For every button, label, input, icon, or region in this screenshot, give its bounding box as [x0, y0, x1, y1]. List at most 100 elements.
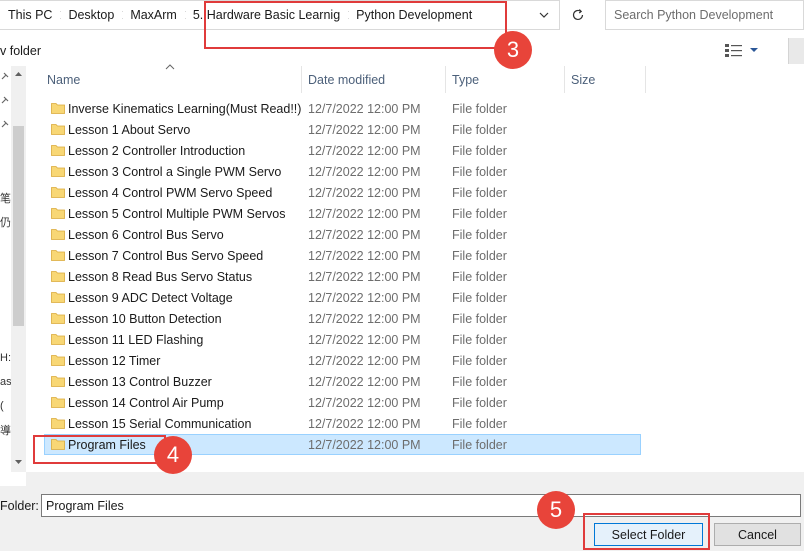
- file-date-modified: 12/7/2022 12:00 PM: [308, 270, 421, 284]
- annotation-step-3: 3: [494, 31, 532, 69]
- file-type: File folder: [452, 186, 507, 200]
- file-type: File folder: [452, 312, 507, 326]
- folder-icon: [51, 292, 65, 303]
- file-type: File folder: [452, 102, 507, 116]
- chevron-down-icon: [539, 12, 549, 18]
- file-row[interactable]: Lesson 12 Timer 12/7/2022 12:00 PM File fo…: [48, 350, 638, 371]
- annotation-highlight-address: [204, 1, 507, 49]
- file-row[interactable]: Lesson 8 Read Bus Servo Status 12/7/2022 …: [48, 266, 638, 287]
- file-row[interactable]: Lesson 2 Controller Introduction 12/7/202…: [48, 140, 638, 161]
- file-type: File folder: [452, 123, 507, 137]
- file-date-modified: 12/7/2022 12:00 PM: [308, 165, 421, 179]
- cancel-button[interactable]: Cancel: [714, 523, 801, 546]
- file-type: File folder: [452, 396, 507, 410]
- file-date-modified: 12/7/2022 12:00 PM: [308, 354, 421, 368]
- file-date-modified: 12/7/2022 12:00 PM: [308, 396, 421, 410]
- file-row[interactable]: Lesson 11 LED Flashing 12/7/2022 12:00 PM…: [48, 329, 638, 350]
- nav-item-fragment[interactable]: 仍: [0, 214, 11, 230]
- nav-scroll-thumb[interactable]: [13, 126, 24, 326]
- scroll-down-icon[interactable]: [14, 458, 23, 466]
- breadcrumb-desktop[interactable]: Desktop: [64, 8, 118, 22]
- navigation-pane[interactable]: 笔 仍 H: ase ( 導: [0, 66, 18, 466]
- refresh-icon: [572, 9, 584, 21]
- breadcrumb-this-pc[interactable]: This PC: [4, 8, 56, 22]
- file-type: File folder: [452, 375, 507, 389]
- file-name: Lesson 12 Timer: [68, 354, 161, 368]
- chevron-right-icon[interactable]: [56, 10, 64, 20]
- folder-icon: [51, 145, 65, 156]
- file-row[interactable]: Lesson 6 Control Bus Servo 12/7/2022 12:0…: [48, 224, 638, 245]
- folder-icon: [51, 124, 65, 135]
- column-header-size[interactable]: Size: [565, 66, 646, 93]
- file-row[interactable]: Lesson 4 Control PWM Servo Speed 12/7/202…: [48, 182, 638, 203]
- file-name: Lesson 10 Button Detection: [68, 312, 222, 326]
- file-row[interactable]: Lesson 5 Control Multiple PWM Servos 12/7…: [48, 203, 638, 224]
- new-folder-button[interactable]: v folder: [0, 44, 41, 58]
- file-name: Lesson 11 LED Flashing: [68, 333, 204, 347]
- file-name: Lesson 5 Control Multiple PWM Servos: [68, 207, 286, 221]
- details-view-icon[interactable]: [724, 42, 744, 58]
- file-type: File folder: [452, 228, 507, 242]
- nav-item-fragment[interactable]: (: [0, 400, 4, 412]
- file-row[interactable]: Lesson 14 Control Air Pump 12/7/2022 12:0…: [48, 392, 638, 413]
- folder-icon: [51, 187, 65, 198]
- nav-item-fragment[interactable]: 笔: [0, 190, 11, 206]
- file-name: Lesson 14 Control Air Pump: [68, 396, 224, 410]
- folder-icon: [51, 271, 65, 282]
- file-name: Lesson 15 Serial Communication: [68, 417, 252, 431]
- file-name: Lesson 1 About Servo: [68, 123, 191, 137]
- pin-icon: [1, 120, 9, 128]
- folder-icon: [51, 229, 65, 240]
- file-date-modified: 12/7/2022 12:00 PM: [308, 375, 421, 389]
- pin-icon: [1, 96, 9, 104]
- file-type: File folder: [452, 291, 507, 305]
- file-row[interactable]: Inverse Kinematics Learning(Must Read!!)…: [48, 98, 638, 119]
- file-date-modified: 12/7/2022 12:00 PM: [308, 417, 421, 431]
- address-dropdown-button[interactable]: [530, 1, 558, 29]
- file-row[interactable]: Lesson 15 Serial Communication 12/7/2022 …: [48, 413, 638, 434]
- file-date-modified: 12/7/2022 12:00 PM: [308, 333, 421, 347]
- file-row[interactable]: Lesson 10 Button Detection 12/7/2022 12:0…: [48, 308, 638, 329]
- nav-item-fragment[interactable]: 導: [0, 422, 11, 438]
- refresh-button[interactable]: [565, 2, 591, 28]
- file-date-modified: 12/7/2022 12:00 PM: [308, 312, 421, 326]
- folder-icon: [51, 334, 65, 345]
- file-date-modified: 12/7/2022 12:00 PM: [308, 228, 421, 242]
- file-date-modified: 12/7/2022 12:00 PM: [308, 438, 421, 452]
- file-date-modified: 12/7/2022 12:00 PM: [308, 291, 421, 305]
- file-row[interactable]: Lesson 1 About Servo 12/7/2022 12:00 PM Fi…: [48, 119, 638, 140]
- nav-scrollbar[interactable]: [11, 66, 26, 472]
- view-options-dropdown-icon[interactable]: [749, 45, 759, 55]
- folder-icon: [51, 250, 65, 261]
- file-date-modified: 12/7/2022 12:00 PM: [308, 102, 421, 116]
- file-row[interactable]: Lesson 3 Control a Single PWM Servo 12/7/…: [48, 161, 638, 182]
- breadcrumb-maxarm[interactable]: MaxArm: [126, 8, 181, 22]
- search-input[interactable]: Search Python Development: [605, 0, 804, 30]
- folder-icon: [51, 208, 65, 219]
- file-name: Inverse Kinematics Learning(Must Read!!): [68, 102, 302, 116]
- folder-icon: [51, 313, 65, 324]
- annotation-step-4: 4: [154, 436, 192, 474]
- column-header-date-modified[interactable]: Date modified: [302, 66, 446, 93]
- column-header-name[interactable]: Name: [41, 66, 302, 93]
- file-date-modified: 12/7/2022 12:00 PM: [308, 186, 421, 200]
- file-type: File folder: [452, 249, 507, 263]
- file-name: Lesson 7 Control Bus Servo Speed: [68, 249, 264, 263]
- scroll-up-icon[interactable]: [14, 70, 23, 78]
- file-row[interactable]: Lesson 9 ADC Detect Voltage 12/7/2022 12:…: [48, 287, 638, 308]
- file-row[interactable]: Lesson 7 Control Bus Servo Speed 12/7/202…: [48, 245, 638, 266]
- file-type: File folder: [452, 417, 507, 431]
- folder-icon: [51, 355, 65, 366]
- annotation-step-5: 5: [537, 491, 575, 529]
- file-name: Lesson 9 ADC Detect Voltage: [68, 291, 233, 305]
- chevron-right-icon[interactable]: [181, 10, 189, 20]
- help-strip: [788, 38, 804, 64]
- folder-icon: [51, 166, 65, 177]
- horizontal-scrollbar[interactable]: [26, 472, 804, 486]
- file-name: Lesson 6 Control Bus Servo: [68, 228, 224, 242]
- column-header-type[interactable]: Type: [446, 66, 565, 93]
- chevron-right-icon[interactable]: [118, 10, 126, 20]
- file-row[interactable]: Lesson 13 Control Buzzer 12/7/2022 12:00 …: [48, 371, 638, 392]
- nav-item-fragment[interactable]: H:: [0, 352, 11, 364]
- file-date-modified: 12/7/2022 12:00 PM: [308, 207, 421, 221]
